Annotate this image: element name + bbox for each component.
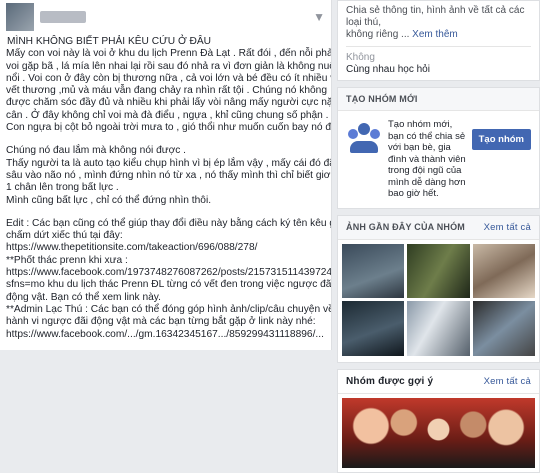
post-edit-line[interactable]: https://www.facebook.com/.../gm.16342345… (6, 329, 325, 341)
about-text-2: không riêng ... (346, 29, 410, 40)
post-edit-line: chấm dứt xiếc thú tại đây: (6, 230, 123, 242)
avatar[interactable] (6, 3, 34, 31)
post-card: ▼ MÌNH KHÔNG BIẾT PHẢI KÊU CỨU Ở ĐÂU Mấy… (0, 0, 332, 350)
post-edit-line[interactable]: https://www.thepetitionsite.com/takeacti… (6, 242, 325, 254)
post-paragraph-2: Chúng nó đau lắm mà không nói được . Thấy… (6, 145, 332, 206)
right-sidebar: Chia sẻ thông tin, hình ảnh về tất cả cá… (333, 0, 540, 473)
group-icon (346, 119, 382, 155)
post-paragraph-1: Mấy con voi này là voi ở khu du lịch Pre… (6, 48, 332, 134)
photo-thumbnail[interactable] (407, 243, 470, 298)
post-text-line: nổi . Voi con ở đây còn bị thương nữa , … (6, 72, 332, 84)
post-edit-line: Edit : Các bạn cũng có thể giúp thay đổi… (6, 217, 332, 229)
create-group-description: Tạo nhóm mới, bạn có thể chia sẻ với bạn… (388, 119, 466, 199)
post-text-line: Con ngựa bị cột bỏ ngoài trời mưa to , g… (6, 122, 332, 134)
photo-thumbnail[interactable] (472, 301, 535, 356)
post-text-line: cân . Ở đây không chỉ voi mà đà điểu , n… (6, 109, 329, 121)
create-group-title: TẠO NHÓM MỚI (346, 94, 418, 104)
recent-photos-title: ẢNH GẦN ĐÂY CỦA NHÓM (346, 222, 466, 232)
post-text-line: được chăm sóc đầy đủ và nhiều khi phải l… (6, 97, 332, 109)
location-label: Không (346, 52, 375, 63)
photo-thumbnail[interactable] (407, 301, 470, 356)
suggested-group-cover[interactable] (342, 397, 535, 468)
group-about-card: Chia sẻ thông tin, hình ảnh về tất cả cá… (337, 0, 540, 81)
recent-photos-heading: ẢNH GẦN ĐÂY CỦA NHÓM Xem tất cả (338, 215, 539, 240)
poster-name-redacted[interactable] (40, 11, 86, 23)
post-text-line: Mấy con voi này là voi ở khu du lịch Pre… (6, 48, 332, 60)
post-edit-line: sfns=mo khu du lịch thác Prenn ĐL từng c… (6, 279, 332, 291)
create-group-card: TẠO NHÓM MỚI Tạo nhóm mới, bạn có thể ch… (337, 87, 540, 209)
post-edit-line: động vật. Bạn có thể xem link này. (6, 291, 161, 303)
post-title: MÌNH KHÔNG BIẾT PHẢI KÊU CỨU Ở ĐÂU (7, 36, 212, 47)
post-text-line: vết thương ,mủ và máu vẫn đang chảy ra n… (6, 85, 328, 97)
about-text: Chia sẻ thông tin, hình ảnh về tất cả cá… (346, 5, 525, 28)
post-text-line: voi gặp bã , lá mía lên nhai lại rồi sau… (6, 60, 332, 72)
post-text-line: sâu vào não nó , mình đứng nhìn nó từ xa… (6, 169, 331, 181)
create-group-heading: TẠO NHÓM MỚI (338, 88, 539, 111)
post-edit-line: hành vi ngược đãi động vật mà các bạn từ… (6, 316, 316, 328)
post-edit-line: **Phốt thác prenn khi xưa : (6, 254, 128, 266)
suggested-groups-card: Nhóm được gợi ý Xem tất cả (337, 368, 540, 473)
post-header: ▼ (0, 0, 331, 34)
photo-grid (338, 240, 539, 362)
group-tag-label[interactable]: Cùng nhau học hỏi (346, 64, 531, 76)
post-body: MÌNH KHÔNG BIẾT PHẢI KÊU CỨU Ở ĐÂU Mấy c… (0, 34, 331, 341)
chevron-down-icon[interactable]: ▼ (313, 10, 325, 24)
see-more-link[interactable]: Xem thêm (412, 29, 458, 40)
photo-thumbnail[interactable] (342, 301, 405, 356)
post-edit-line: **Admin Lạc Thú : Các bạn có thể đóng gó… (6, 303, 332, 315)
post-text-line: Thấy người ta là auto tạo kiểu chụp hình… (6, 157, 332, 169)
photo-thumbnail[interactable] (342, 243, 405, 298)
create-group-button[interactable]: Tạo nhóm (471, 129, 531, 150)
recent-photos-see-all[interactable]: Xem tất cả (484, 222, 531, 233)
post-text-line: Mình cũng bất lực , chỉ có thể đứng nhìn… (6, 194, 212, 206)
post-edit-line[interactable]: https://www.facebook.com/197374827608726… (6, 267, 331, 279)
suggested-groups-see-all[interactable]: Xem tất cả (484, 376, 531, 387)
post-edit-section: Edit : Các bạn cũng có thể giúp thay đổi… (6, 217, 332, 341)
suggested-groups-title: Nhóm được gợi ý (346, 375, 434, 387)
suggested-groups-heading: Nhóm được gợi ý Xem tất cả (338, 369, 539, 394)
post-text-line: 1 chân lên trong bất lực . (6, 182, 119, 194)
post-text-line: Chúng nó đau lắm mà không nói được . (6, 145, 187, 157)
recent-photos-card: ẢNH GẦN ĐÂY CỦA NHÓM Xem tất cả (337, 214, 540, 363)
photo-thumbnail[interactable] (472, 243, 535, 298)
